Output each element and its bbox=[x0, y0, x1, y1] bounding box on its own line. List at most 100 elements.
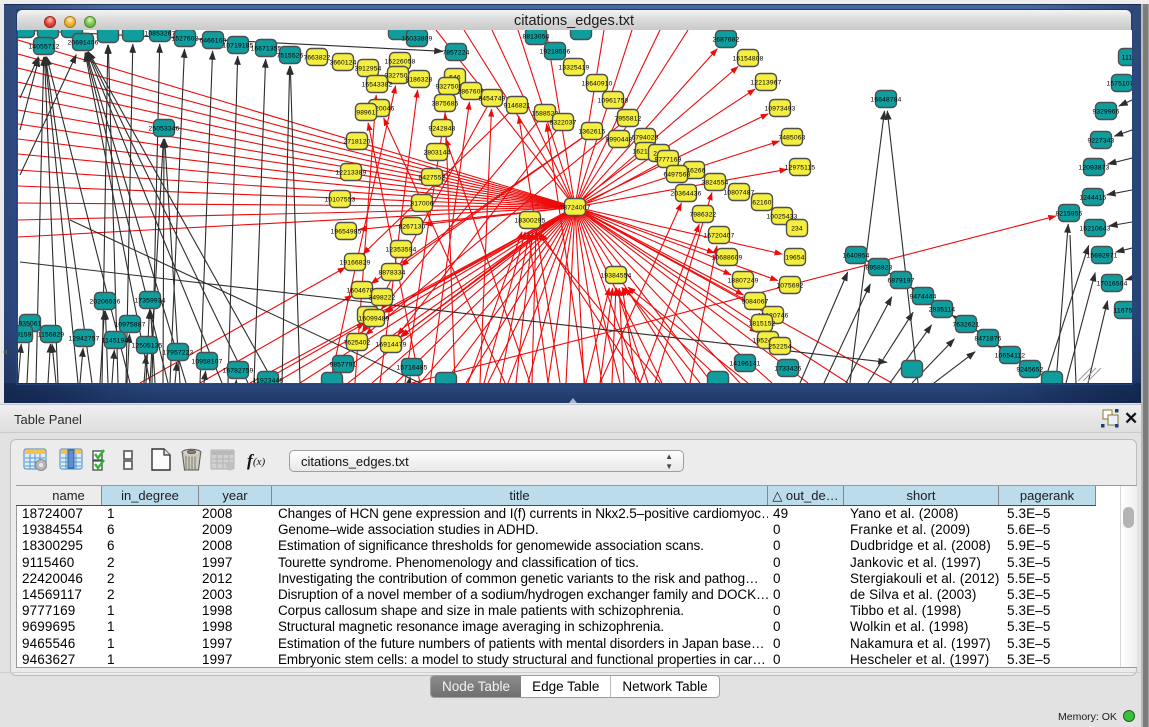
svg-text:12213967: 12213967 bbox=[751, 80, 782, 87]
svg-text:8267130: 8267130 bbox=[398, 224, 425, 231]
svg-text:10807487: 10807487 bbox=[724, 190, 755, 197]
svg-text:20206536: 20206536 bbox=[90, 299, 121, 306]
svg-text:11923448: 11923448 bbox=[253, 378, 284, 384]
svg-text:234: 234 bbox=[791, 226, 803, 233]
svg-text:10719185: 10719185 bbox=[223, 43, 254, 50]
svg-text:14196141: 14196141 bbox=[730, 361, 761, 368]
svg-text:16099489: 16099489 bbox=[359, 316, 390, 323]
svg-text:8215955: 8215955 bbox=[1055, 211, 1082, 218]
svg-text:252254: 252254 bbox=[768, 344, 791, 351]
svg-text:9474444: 9474444 bbox=[909, 294, 936, 301]
svg-text:10961758: 10961758 bbox=[598, 98, 629, 105]
svg-text:2935114: 2935114 bbox=[929, 307, 956, 314]
svg-text:6497568: 6497568 bbox=[663, 172, 690, 179]
svg-text:9242848: 9242848 bbox=[428, 126, 455, 133]
svg-text:9084067: 9084067 bbox=[741, 299, 768, 306]
svg-text:3660124: 3660124 bbox=[329, 60, 356, 67]
svg-text:3824554: 3824554 bbox=[701, 180, 728, 187]
svg-text:98961: 98961 bbox=[356, 110, 375, 117]
svg-text:13325419: 13325419 bbox=[559, 65, 590, 72]
svg-text:12942757: 12942757 bbox=[69, 336, 100, 343]
svg-text:17016504: 17016504 bbox=[1097, 281, 1128, 288]
svg-text:116753: 116753 bbox=[1114, 308, 1132, 315]
svg-text:19166829: 19166829 bbox=[340, 260, 371, 267]
svg-text:9777169: 9777169 bbox=[654, 157, 681, 164]
svg-text:12353594: 12353594 bbox=[386, 247, 417, 254]
svg-text:16648784: 16648784 bbox=[871, 97, 902, 104]
svg-text:7625402: 7625402 bbox=[343, 340, 370, 347]
svg-text:15751074: 15751074 bbox=[1107, 81, 1132, 88]
svg-text:3912954: 3912954 bbox=[354, 66, 381, 73]
svg-text:15692971: 15692971 bbox=[1087, 253, 1118, 260]
svg-text:12975115: 12975115 bbox=[785, 165, 816, 172]
svg-text:10654112: 10654112 bbox=[995, 353, 1026, 360]
svg-text:8471876: 8471876 bbox=[974, 336, 1001, 343]
svg-text:7515526: 7515526 bbox=[276, 53, 303, 60]
svg-text:7632621: 7632621 bbox=[952, 322, 979, 329]
svg-text:7857224: 7857224 bbox=[442, 50, 469, 57]
svg-text:20691406: 20691406 bbox=[68, 40, 99, 47]
svg-text:1075692: 1075692 bbox=[776, 283, 803, 290]
svg-text:25053346: 25053346 bbox=[149, 126, 180, 133]
svg-text:817006: 817006 bbox=[410, 201, 433, 208]
svg-text:8454749: 8454749 bbox=[478, 96, 505, 103]
svg-text:16720407: 16720407 bbox=[704, 233, 735, 240]
svg-text:12093873: 12093873 bbox=[1079, 165, 1110, 172]
svg-text:6794028: 6794028 bbox=[631, 135, 658, 142]
svg-text:18807249: 18807249 bbox=[728, 278, 759, 285]
svg-text:9329966: 9329966 bbox=[1092, 109, 1119, 116]
svg-text:19654: 19654 bbox=[785, 255, 804, 262]
svg-text:16154808: 16154808 bbox=[733, 56, 764, 63]
svg-text:2687682: 2687682 bbox=[712, 37, 739, 44]
svg-text:7485063: 7485063 bbox=[778, 135, 805, 142]
svg-text:12505135: 12505135 bbox=[132, 343, 163, 350]
svg-text:3875685: 3875685 bbox=[431, 101, 458, 108]
svg-text:10973493: 10973493 bbox=[765, 106, 796, 113]
svg-text:1156829: 1156829 bbox=[38, 332, 65, 339]
svg-text:1640954: 1640954 bbox=[842, 253, 869, 260]
svg-text:10958107: 10958107 bbox=[192, 359, 223, 366]
svg-text:8958923: 8958923 bbox=[865, 265, 892, 272]
svg-text:9245652: 9245652 bbox=[1016, 367, 1043, 374]
svg-text:9857791: 9857791 bbox=[329, 362, 356, 369]
svg-text:9990448: 9990448 bbox=[605, 137, 632, 144]
svg-text:20364436: 20364436 bbox=[671, 191, 702, 198]
svg-text:19218506: 19218506 bbox=[540, 49, 571, 56]
svg-text:3498222: 3498222 bbox=[368, 295, 395, 302]
svg-text:39159: 39159 bbox=[18, 332, 32, 339]
svg-text:12213389: 12213389 bbox=[336, 170, 367, 177]
svg-text:19654985: 19654985 bbox=[331, 229, 362, 236]
svg-text:8427552: 8427552 bbox=[418, 175, 445, 182]
svg-text:1112: 1112 bbox=[1122, 55, 1132, 62]
svg-text:2718120: 2718120 bbox=[343, 139, 370, 146]
svg-text:18300295: 18300295 bbox=[515, 218, 546, 225]
svg-text:8322037: 8322037 bbox=[549, 120, 576, 127]
svg-text:8878334: 8878334 bbox=[378, 270, 405, 277]
svg-text:15716485: 15716485 bbox=[397, 365, 428, 372]
svg-text:17359934: 17359934 bbox=[135, 298, 166, 305]
svg-text:62160: 62160 bbox=[752, 200, 771, 207]
svg-text:15226058: 15226058 bbox=[385, 59, 416, 66]
svg-text:7986322: 7986322 bbox=[689, 212, 716, 219]
svg-text:16033809: 16033809 bbox=[402, 36, 433, 43]
svg-text:1244415: 1244415 bbox=[1079, 195, 1106, 202]
svg-text:(x): (x) bbox=[253, 456, 266, 468]
svg-text:6879197: 6879197 bbox=[887, 278, 914, 285]
svg-text:9146821: 9146821 bbox=[503, 103, 530, 110]
svg-text:9227343: 9227343 bbox=[1087, 138, 1114, 145]
svg-text:16210643: 16210643 bbox=[1080, 226, 1111, 233]
svg-text:1815152: 1815152 bbox=[748, 321, 775, 328]
svg-text:18640910: 18640910 bbox=[582, 81, 613, 88]
svg-text:8813054: 8813054 bbox=[522, 34, 549, 41]
svg-text:1527602: 1527602 bbox=[171, 36, 198, 43]
svg-text:1362615: 1362615 bbox=[578, 129, 605, 136]
svg-text:10975887: 10975887 bbox=[115, 322, 146, 329]
svg-text:10688609: 10688609 bbox=[712, 255, 743, 262]
svg-text:17957223: 17957223 bbox=[163, 350, 194, 357]
svg-text:7663822: 7663822 bbox=[303, 55, 330, 62]
svg-text:16543382: 16543382 bbox=[362, 82, 393, 89]
svg-text:18724007: 18724007 bbox=[560, 205, 591, 212]
svg-text:1145194: 1145194 bbox=[102, 338, 129, 345]
svg-text:8186328: 8186328 bbox=[405, 77, 432, 84]
svg-text:10107553: 10107553 bbox=[325, 197, 356, 204]
